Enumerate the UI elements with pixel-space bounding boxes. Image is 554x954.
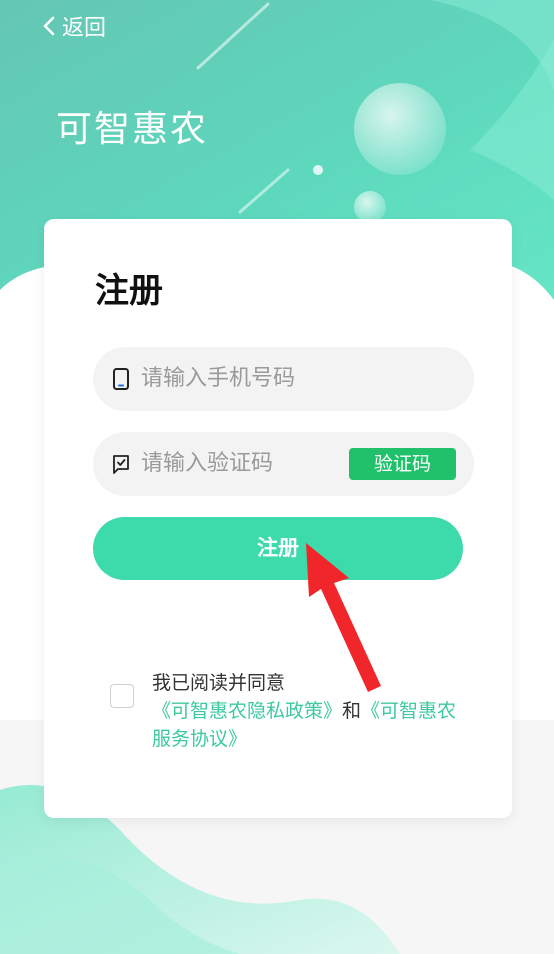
register-button[interactable]: 注册 <box>93 517 463 580</box>
agreement-prefix: 我已阅读并同意 <box>152 672 286 694</box>
message-check-icon <box>113 455 129 474</box>
phone-icon <box>113 368 129 390</box>
back-button[interactable]: 返回 <box>40 10 106 42</box>
privacy-policy-link[interactable]: 《可智惠农隐私政策》 <box>152 700 342 722</box>
get-code-button[interactable]: 验证码 <box>349 448 456 480</box>
chevron-left-icon <box>43 16 55 36</box>
agreement-conjunction: 和 <box>342 700 362 722</box>
back-label: 返回 <box>62 16 107 41</box>
code-placeholder: 请输入验证码 <box>141 451 274 476</box>
page-title: 注册 <box>95 271 163 311</box>
agreement-text: 我已阅读并同意《可智惠农隐私政策》和《可智惠农服务协议》 <box>152 669 470 753</box>
phone-placeholder: 请输入手机号码 <box>141 366 296 391</box>
code-field[interactable]: 请输入验证码 验证码 <box>93 432 474 496</box>
agreement-checkbox[interactable] <box>110 684 134 708</box>
app-title: 可智惠农 <box>56 109 209 150</box>
register-card: 注册 请输入手机号码 请输入验证码 验证码 注册 我已阅读并同意《可智惠农隐私政… <box>44 219 512 818</box>
phone-field[interactable]: 请输入手机号码 <box>93 347 474 411</box>
